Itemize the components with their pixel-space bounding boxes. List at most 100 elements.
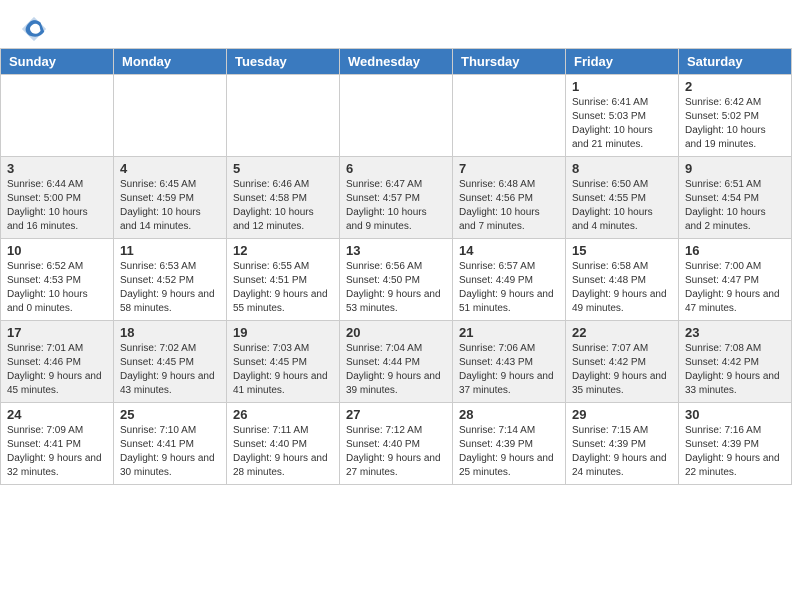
calendar-cell: 20 Sunrise: 7:04 AMSunset: 4:44 PMDayligh… [340,321,453,403]
calendar: SundayMondayTuesdayWednesdayThursdayFrid… [0,48,792,485]
day-number: 28 [459,407,559,422]
day-info: Sunrise: 7:15 AMSunset: 4:39 PMDaylight:… [572,424,672,480]
day-info: Sunrise: 6:53 AMSunset: 4:52 PMDaylight:… [120,260,220,316]
calendar-cell [340,75,453,157]
calendar-cell: 2 Sunrise: 6:42 AMSunset: 5:02 PMDaylight… [679,75,792,157]
day-number: 1 [572,79,672,94]
day-info: Sunrise: 6:44 AMSunset: 5:00 PMDaylight:… [7,178,107,234]
calendar-cell: 24 Sunrise: 7:09 AMSunset: 4:41 PMDayligh… [1,403,114,485]
calendar-cell: 8 Sunrise: 6:50 AMSunset: 4:55 PMDaylight… [566,157,679,239]
calendar-cell: 21Sunrise: 7:06 AMSunset: 4:43 PMDayligh… [453,321,566,403]
day-number: 6 [346,161,446,176]
day-number: 7 [459,161,559,176]
weekday-header-row: SundayMondayTuesdayWednesdayThursdayFrid… [1,49,792,75]
day-number: 11 [120,243,220,258]
calendar-cell: 10 Sunrise: 6:52 AMSunset: 4:53 PMDayligh… [1,239,114,321]
week-row-2: 3Sunrise: 6:44 AMSunset: 5:00 PMDaylight… [1,157,792,239]
calendar-cell [114,75,227,157]
calendar-cell: 29 Sunrise: 7:15 AMSunset: 4:39 PMDayligh… [566,403,679,485]
calendar-cell: 17 Sunrise: 7:01 AMSunset: 4:46 PMDayligh… [1,321,114,403]
week-row-4: 17 Sunrise: 7:01 AMSunset: 4:46 PMDayligh… [1,321,792,403]
calendar-cell [227,75,340,157]
calendar-cell: 4 Sunrise: 6:45 AMSunset: 4:59 PMDaylight… [114,157,227,239]
calendar-cell: 12Sunrise: 6:55 AMSunset: 4:51 PMDayligh… [227,239,340,321]
day-info: Sunrise: 7:12 AMSunset: 4:40 PMDaylight:… [346,424,446,480]
weekday-header-wednesday: Wednesday [340,49,453,75]
calendar-cell: 18Sunrise: 7:02 AMSunset: 4:45 PMDayligh… [114,321,227,403]
day-info: Sunrise: 7:01 AMSunset: 4:46 PMDaylight:… [7,342,107,398]
day-info: Sunrise: 7:09 AMSunset: 4:41 PMDaylight:… [7,424,107,480]
weekday-header-saturday: Saturday [679,49,792,75]
day-number: 25 [120,407,220,422]
day-number: 8 [572,161,672,176]
calendar-cell: 16 Sunrise: 7:00 AMSunset: 4:47 PMDayligh… [679,239,792,321]
calendar-cell: 5Sunrise: 6:46 AMSunset: 4:58 PMDaylight… [227,157,340,239]
day-info: Sunrise: 6:46 AMSunset: 4:58 PMDaylight:… [233,178,333,234]
calendar-cell: 25 Sunrise: 7:10 AMSunset: 4:41 PMDayligh… [114,403,227,485]
day-number: 15 [572,243,672,258]
day-info: Sunrise: 7:07 AMSunset: 4:42 PMDaylight:… [572,342,672,398]
weekday-header-tuesday: Tuesday [227,49,340,75]
calendar-cell: 13 Sunrise: 6:56 AMSunset: 4:50 PMDayligh… [340,239,453,321]
week-row-1: 1 Sunrise: 6:41 AMSunset: 5:03 PMDaylight… [1,75,792,157]
calendar-cell: 28 Sunrise: 7:14 AMSunset: 4:39 PMDayligh… [453,403,566,485]
calendar-cell: 15 Sunrise: 6:58 AMSunset: 4:48 PMDayligh… [566,239,679,321]
day-number: 12 [233,243,333,258]
day-info: Sunrise: 6:57 AMSunset: 4:49 PMDaylight:… [459,260,559,316]
day-info: Sunrise: 6:41 AMSunset: 5:03 PMDaylight:… [572,96,672,152]
day-info: Sunrise: 7:06 AMSunset: 4:43 PMDaylight:… [459,342,559,398]
weekday-header-friday: Friday [566,49,679,75]
day-number: 19 [233,325,333,340]
day-number: 10 [7,243,107,258]
day-number: 26 [233,407,333,422]
calendar-cell: 1 Sunrise: 6:41 AMSunset: 5:03 PMDaylight… [566,75,679,157]
day-number: 18 [120,325,220,340]
day-number: 16 [685,243,785,258]
calendar-cell: 26 Sunrise: 7:11 AMSunset: 4:40 PMDayligh… [227,403,340,485]
day-number: 22 [572,325,672,340]
day-info: Sunrise: 6:48 AMSunset: 4:56 PMDaylight:… [459,178,559,234]
day-info: Sunrise: 6:56 AMSunset: 4:50 PMDaylight:… [346,260,446,316]
calendar-cell: 9Sunrise: 6:51 AMSunset: 4:54 PMDaylight… [679,157,792,239]
day-number: 23 [685,325,785,340]
day-number: 24 [7,407,107,422]
calendar-cell: 27 Sunrise: 7:12 AMSunset: 4:40 PMDayligh… [340,403,453,485]
logo [20,15,51,43]
calendar-cell [453,75,566,157]
calendar-cell: 6Sunrise: 6:47 AMSunset: 4:57 PMDaylight… [340,157,453,239]
header [0,0,792,48]
day-number: 29 [572,407,672,422]
day-number: 9 [685,161,785,176]
day-info: Sunrise: 7:10 AMSunset: 4:41 PMDaylight:… [120,424,220,480]
week-row-5: 24 Sunrise: 7:09 AMSunset: 4:41 PMDayligh… [1,403,792,485]
day-number: 14 [459,243,559,258]
day-info: Sunrise: 6:58 AMSunset: 4:48 PMDaylight:… [572,260,672,316]
calendar-cell: 19Sunrise: 7:03 AMSunset: 4:45 PMDayligh… [227,321,340,403]
day-info: Sunrise: 7:00 AMSunset: 4:47 PMDaylight:… [685,260,785,316]
weekday-header-monday: Monday [114,49,227,75]
day-info: Sunrise: 6:52 AMSunset: 4:53 PMDaylight:… [7,260,107,316]
day-number: 4 [120,161,220,176]
day-info: Sunrise: 6:50 AMSunset: 4:55 PMDaylight:… [572,178,672,234]
day-info: Sunrise: 6:42 AMSunset: 5:02 PMDaylight:… [685,96,785,152]
day-number: 2 [685,79,785,94]
day-info: Sunrise: 7:14 AMSunset: 4:39 PMDaylight:… [459,424,559,480]
day-info: Sunrise: 7:08 AMSunset: 4:42 PMDaylight:… [685,342,785,398]
day-info: Sunrise: 7:11 AMSunset: 4:40 PMDaylight:… [233,424,333,480]
week-row-3: 10 Sunrise: 6:52 AMSunset: 4:53 PMDayligh… [1,239,792,321]
day-info: Sunrise: 7:16 AMSunset: 4:39 PMDaylight:… [685,424,785,480]
calendar-cell: 22 Sunrise: 7:07 AMSunset: 4:42 PMDayligh… [566,321,679,403]
day-number: 13 [346,243,446,258]
day-number: 27 [346,407,446,422]
day-number: 30 [685,407,785,422]
calendar-cell: 23 Sunrise: 7:08 AMSunset: 4:42 PMDayligh… [679,321,792,403]
day-info: Sunrise: 7:04 AMSunset: 4:44 PMDaylight:… [346,342,446,398]
day-number: 17 [7,325,107,340]
logo-icon [20,15,48,43]
calendar-cell: 14 Sunrise: 6:57 AMSunset: 4:49 PMDayligh… [453,239,566,321]
weekday-header-sunday: Sunday [1,49,114,75]
day-number: 20 [346,325,446,340]
day-info: Sunrise: 6:45 AMSunset: 4:59 PMDaylight:… [120,178,220,234]
calendar-cell: 7 Sunrise: 6:48 AMSunset: 4:56 PMDaylight… [453,157,566,239]
calendar-cell: 3Sunrise: 6:44 AMSunset: 5:00 PMDaylight… [1,157,114,239]
